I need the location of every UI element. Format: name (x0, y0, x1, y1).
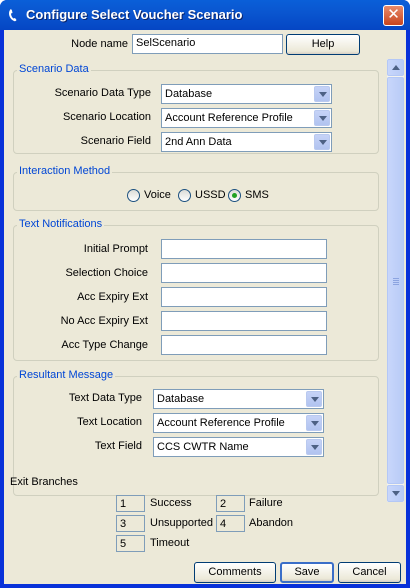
dialog-window: Configure Select Voucher Scenario ✕ Node… (0, 0, 410, 588)
grip-line (393, 280, 399, 281)
help-button[interactable]: Help (286, 34, 360, 55)
initial-prompt-input[interactable] (161, 239, 327, 259)
scenario-field-label: Scenario Field (80, 135, 151, 147)
selection-choice-label: Selection Choice (65, 267, 148, 279)
exit-branch-number: 1 (116, 495, 145, 512)
text-field-select[interactable]: CCS CWTR Name (153, 437, 324, 457)
scenario-data-title: Scenario Data (17, 63, 91, 75)
exit-branches-panel: Exit Branches 1 Success 2 Failure 3 Unsu… (4, 476, 405, 560)
scenario-field-select[interactable]: 2nd Ann Data (161, 132, 332, 152)
cancel-button[interactable]: Cancel (338, 562, 401, 583)
grip-line (393, 284, 399, 285)
scenario-location-select[interactable]: Account Reference Profile (161, 108, 332, 128)
dialog-client-area: Node name SelScenario Help Scenario Data… (4, 30, 406, 584)
no-acc-expiry-ext-input[interactable] (161, 311, 327, 331)
acc-type-change-input[interactable] (161, 335, 327, 355)
text-location-label: Text Location (77, 416, 142, 428)
exit-branches-title: Exit Branches (10, 476, 78, 488)
node-name-label: Node name (71, 38, 128, 50)
exit-branch-number: 4 (216, 515, 245, 532)
scenario-data-type-select[interactable]: Database (161, 84, 332, 104)
chevron-down-icon[interactable] (306, 439, 322, 455)
scenario-data-type-label: Scenario Data Type (54, 87, 151, 99)
text-data-type-value: Database (157, 393, 205, 405)
initial-prompt-label: Initial Prompt (83, 243, 148, 255)
node-name-input[interactable]: SelScenario (132, 34, 283, 54)
chevron-down-icon[interactable] (306, 391, 322, 407)
exit-branch-label: Success (150, 497, 192, 509)
text-data-type-select[interactable]: Database (153, 389, 324, 409)
interaction-method-title: Interaction Method (17, 165, 113, 177)
text-location-value: Account Reference Profile (157, 417, 285, 429)
window-title: Configure Select Voucher Scenario (26, 7, 243, 22)
acc-type-change-label: Acc Type Change (61, 339, 148, 351)
phone-handset-icon (9, 9, 17, 22)
comments-button[interactable]: Comments (194, 562, 276, 583)
chevron-down-icon[interactable] (306, 415, 322, 431)
exit-branch-label: Abandon (249, 517, 294, 529)
scroll-up-icon[interactable] (387, 59, 404, 76)
resultant-message-title: Resultant Message (17, 369, 116, 381)
text-notifications-title: Text Notifications (17, 218, 105, 230)
exit-branch-number: 5 (116, 535, 145, 552)
radio-ussd-label: USSD (195, 189, 226, 201)
acc-expiry-ext-input[interactable] (161, 287, 327, 307)
text-field-label: Text Field (94, 440, 142, 452)
exit-branch-label: Failure (249, 497, 283, 509)
radio-voice-label: Voice (144, 189, 171, 201)
grip-line (393, 282, 399, 283)
close-button[interactable]: ✕ (383, 5, 404, 26)
exit-branch-label: Unsupported (150, 517, 213, 529)
exit-branch-number: 2 (216, 495, 245, 512)
radio-sms[interactable] (228, 189, 241, 202)
radio-sms-label: SMS (245, 189, 269, 201)
scenario-data-type-value: Database (165, 88, 213, 100)
radio-ussd[interactable] (178, 189, 191, 202)
title-bar[interactable]: Configure Select Voucher Scenario ✕ (0, 0, 410, 30)
save-button[interactable]: Save (280, 562, 334, 583)
chevron-down-icon[interactable] (314, 86, 330, 102)
scenario-field-value: 2nd Ann Data (165, 136, 232, 148)
radio-voice[interactable] (127, 189, 140, 202)
no-acc-expiry-ext-label: No Acc Expiry Ext (60, 315, 148, 327)
scroll-area[interactable]: Scenario Data Scenario Data Type Databas… (4, 59, 405, 502)
text-field-value: CCS CWTR Name (157, 441, 249, 453)
exit-branch-label: Timeout (150, 537, 190, 549)
text-location-select[interactable]: Account Reference Profile (153, 413, 324, 433)
close-icon: ✕ (387, 6, 400, 23)
scrollbar-thumb[interactable] (387, 77, 404, 484)
vertical-scrollbar[interactable] (387, 59, 404, 502)
text-data-type-label: Text Data Type (68, 392, 142, 404)
selection-choice-input[interactable] (161, 263, 327, 283)
chevron-down-icon[interactable] (314, 134, 330, 150)
grip-line (393, 278, 399, 279)
scenario-location-value: Account Reference Profile (165, 112, 293, 124)
chevron-down-icon[interactable] (314, 110, 330, 126)
scenario-location-label: Scenario Location (62, 111, 151, 123)
acc-expiry-ext-label: Acc Expiry Ext (77, 291, 148, 303)
exit-branch-number: 3 (116, 515, 145, 532)
